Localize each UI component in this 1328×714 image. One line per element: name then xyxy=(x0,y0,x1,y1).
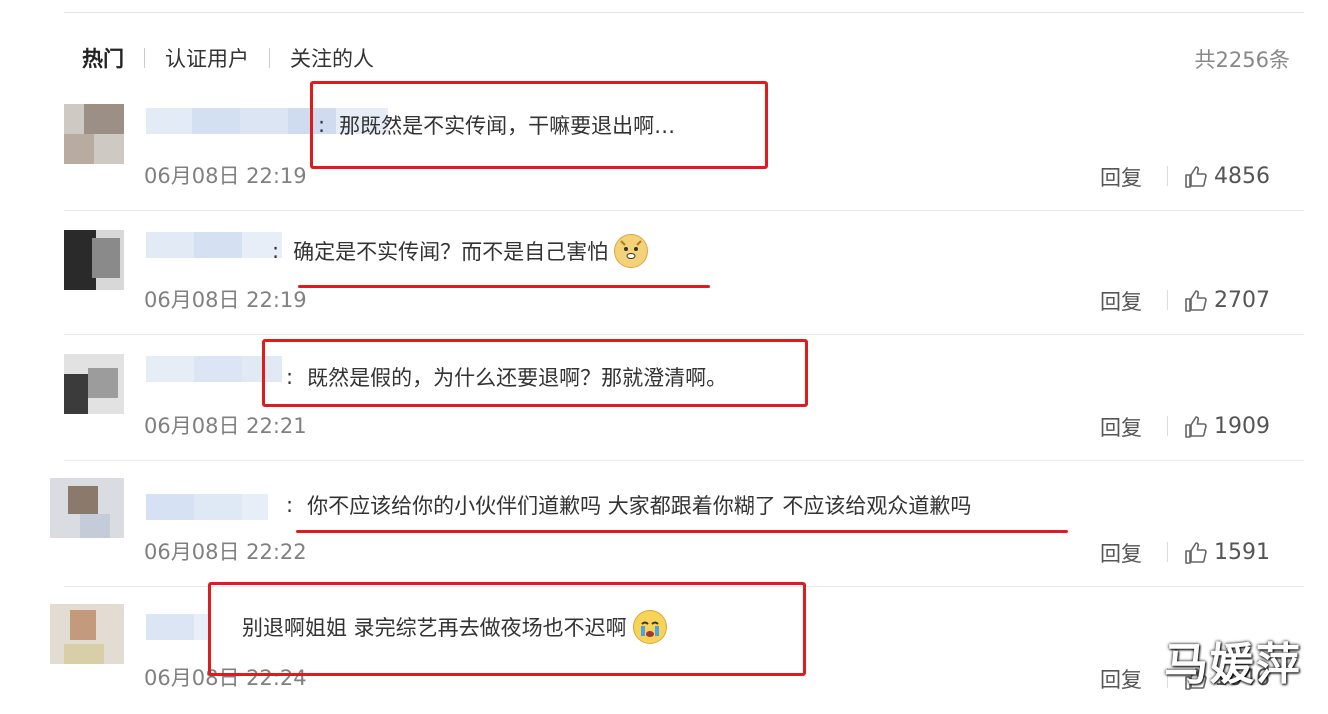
action-separator xyxy=(1167,542,1168,562)
highlight-box xyxy=(208,582,806,676)
comment-text: : 你不应该给你的小伙伴们道歉吗 大家都跟着你糊了 不应该给观众道歉吗 xyxy=(286,493,972,518)
avatar[interactable] xyxy=(64,230,124,290)
comment-item: : 你不应该给你的小伙伴们道歉吗 大家都跟着你糊了 不应该给观众道歉吗 06月08… xyxy=(50,478,1304,578)
highlight-underline xyxy=(296,530,1068,533)
comment-time: 06月08日 22:19 xyxy=(144,164,307,188)
top-divider xyxy=(64,12,1304,13)
action-separator xyxy=(1167,166,1168,186)
like-button[interactable]: 1909 xyxy=(1184,414,1270,439)
tab-hot[interactable]: 热门 xyxy=(82,43,124,73)
highlight-box xyxy=(262,339,808,407)
action-separator xyxy=(1167,290,1168,310)
avatar[interactable] xyxy=(64,354,124,414)
comment-divider xyxy=(64,334,1304,335)
action-separator xyxy=(1167,416,1168,436)
like-button[interactable]: 4856 xyxy=(1184,164,1270,189)
watermark: 马媛萍 xyxy=(1164,639,1302,690)
tab-separator xyxy=(269,48,270,68)
avatar[interactable] xyxy=(50,478,124,538)
doge-emoji xyxy=(614,234,649,268)
username-blurred[interactable] xyxy=(146,232,282,258)
comment-time: 06月08日 22:22 xyxy=(144,540,307,564)
reply-button[interactable]: 回复 xyxy=(1100,538,1142,568)
comment-item: : 确定是不实传闻？而不是自己害怕 06月08日 22:19 回复 2707 xyxy=(64,230,1304,330)
tab-verified-users[interactable]: 认证用户 xyxy=(165,43,249,73)
reply-button[interactable]: 回复 xyxy=(1100,286,1142,316)
reply-button[interactable]: 回复 xyxy=(1100,412,1142,442)
avatar[interactable] xyxy=(50,604,124,664)
comment-time: 06月08日 22:21 xyxy=(144,414,307,438)
highlight-box xyxy=(310,81,768,169)
thumbs-up-icon xyxy=(1185,415,1207,438)
like-button[interactable]: 2707 xyxy=(1184,288,1270,313)
thumbs-up-icon xyxy=(1185,289,1207,312)
highlight-underline xyxy=(298,285,710,288)
reply-button[interactable]: 回复 xyxy=(1100,162,1142,192)
avatar[interactable] xyxy=(64,104,124,164)
comment-filter-tabs: 热门 认证用户 关注的人 xyxy=(82,40,374,76)
comment-divider xyxy=(64,460,1304,461)
reply-button[interactable]: 回复 xyxy=(1100,664,1142,694)
total-comment-count: 共2256条 xyxy=(1194,48,1290,72)
tab-separator xyxy=(144,48,145,68)
username-blurred[interactable] xyxy=(146,614,208,640)
thumbs-up-icon xyxy=(1185,541,1207,564)
comment-divider xyxy=(64,210,1304,211)
tab-following[interactable]: 关注的人 xyxy=(290,43,374,73)
comment-time: 06月08日 22:19 xyxy=(144,288,307,312)
username-blurred[interactable] xyxy=(146,494,268,520)
like-button[interactable]: 1591 xyxy=(1184,540,1270,565)
thumbs-up-icon xyxy=(1185,165,1207,188)
comment-text: : 确定是不实传闻？而不是自己害怕 xyxy=(272,234,649,268)
